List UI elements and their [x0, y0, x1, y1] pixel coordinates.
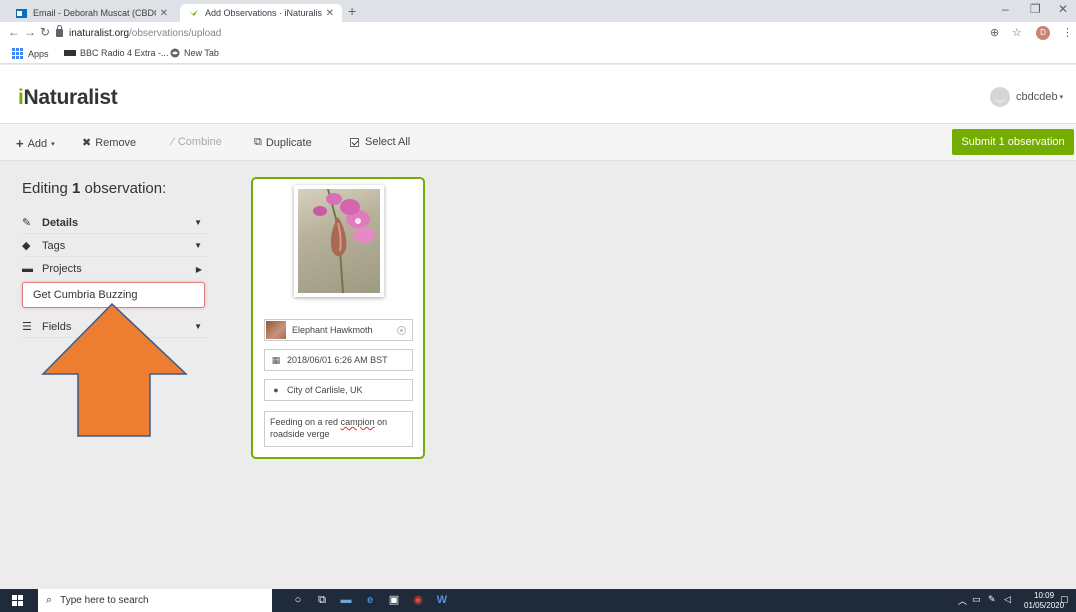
url-path: /observations/upload — [129, 27, 222, 39]
browser-toolbar: ← → ↻ inaturalist.org/observations/uploa… — [0, 22, 1076, 44]
caret-down-icon: ▾ — [51, 140, 55, 148]
volume-icon[interactable]: ◁ — [1004, 594, 1011, 605]
upload-action-bar: + Add ▾ ✖ Remove ⁄ Combine ⧉ Duplicate S… — [0, 123, 1076, 161]
user-menu[interactable]: cbdcdeb ▾ — [990, 87, 1063, 107]
submit-observation-button[interactable]: Submit 1 observation — [952, 129, 1074, 155]
windows-taskbar: ⌕ Type here to search ○ ⧉ ▬ e ▣ ◉ W ︿ ▭ … — [0, 589, 1076, 612]
tray-chevron-icon[interactable]: ︿ — [958, 594, 967, 607]
url-host: inaturalist.org — [69, 27, 130, 39]
word-icon[interactable]: W — [434, 593, 450, 608]
menu-kebab-icon[interactable]: ⋮ — [1062, 26, 1073, 39]
date-value: 2018/06/01 6:26 AM BST — [287, 355, 388, 365]
reload-icon[interactable]: ↻ — [40, 25, 50, 39]
lock-icon — [56, 25, 63, 37]
tab-title: Add Observations · iNaturalist — [205, 8, 322, 18]
caret-right-icon: ▶ — [195, 264, 202, 274]
location-field[interactable]: ● City of Carlisle, UK — [264, 379, 413, 401]
notes-textarea[interactable]: Feeding on a red campion on roadside ver… — [264, 411, 413, 447]
caret-down-icon: ▼ — [194, 322, 202, 331]
taxon-field[interactable]: Elephant Hawkmoth — [264, 319, 413, 341]
outlook-icon — [16, 8, 27, 18]
section-projects[interactable]: ▬ Projects ▶ — [22, 258, 208, 280]
magic-wand-icon: ⁄ — [172, 136, 174, 148]
clear-taxon-icon[interactable] — [397, 325, 406, 335]
location-value: City of Carlisle, UK — [287, 385, 363, 395]
bookmark-apps[interactable]: Apps — [12, 48, 49, 59]
forward-arrow-icon[interactable]: → — [24, 25, 36, 39]
map-marker-icon: ● — [273, 385, 279, 395]
section-tags[interactable]: ◆ Tags ▼ — [22, 235, 208, 257]
search-icon: ⌕ — [46, 594, 53, 606]
bookmark-new-tab[interactable]: New Tab — [170, 48, 219, 58]
observation-photo[interactable] — [294, 185, 384, 297]
bbc-icon — [64, 50, 76, 56]
bookmark-star-icon[interactable]: ☆ — [1012, 26, 1022, 39]
tab-close-icon[interactable]: ✕ — [160, 8, 168, 19]
task-view-icon[interactable]: ⧉ — [314, 593, 330, 608]
taxon-thumbnail — [266, 321, 286, 339]
taskbar-clock[interactable]: 10:09 01/05/2020 — [1024, 591, 1064, 611]
pen-icon[interactable]: ✎ — [988, 594, 996, 605]
pencil-icon: ✎ — [22, 217, 32, 229]
caret-down-icon: ▼ — [194, 218, 202, 227]
taskbar-search-input[interactable]: ⌕ Type here to search — [38, 589, 272, 612]
observation-card[interactable]: Elephant Hawkmoth ▦ 2018/06/01 6:26 AM B… — [251, 177, 425, 459]
bookmark-label: BBC Radio 4 Extra -... — [80, 48, 169, 58]
tab-title: Email - Deborah Muscat (CBDC) — [33, 8, 156, 18]
tab-email[interactable]: Email - Deborah Muscat (CBDC) ✕ — [8, 4, 176, 22]
section-details[interactable]: ✎ Details ▼ — [22, 212, 208, 234]
inaturalist-bird-icon — [189, 9, 198, 16]
new-tab-icon[interactable]: + — [348, 3, 356, 19]
checkbox-checked — [350, 137, 359, 147]
bookmark-label: Apps — [28, 48, 49, 59]
cortana-icon[interactable]: ○ — [290, 593, 306, 608]
tab-add-observations[interactable]: Add Observations · iNaturalist ✕ — [180, 4, 342, 22]
tab-close-icon[interactable]: ✕ — [326, 8, 334, 19]
x-icon: ✖ — [82, 137, 92, 149]
duplicate-icon: ⧉ — [254, 136, 262, 148]
bookmark-bbc-radio[interactable]: BBC Radio 4 Extra -... — [64, 48, 169, 58]
edge-icon[interactable]: e — [362, 593, 378, 608]
minimize-icon[interactable]: – — [1002, 2, 1009, 16]
address-bar[interactable]: inaturalist.org/observations/upload — [56, 24, 996, 42]
date-field[interactable]: ▦ 2018/06/01 6:26 AM BST — [264, 349, 413, 371]
inaturalist-logo[interactable]: iNaturalist — [18, 86, 118, 110]
chrome-icon[interactable]: ◉ — [410, 593, 426, 608]
bookmark-label: New Tab — [184, 48, 219, 58]
duplicate-button[interactable]: ⧉ Duplicate — [254, 136, 312, 149]
site-header: iNaturalist cbdcdeb ▾ — [0, 65, 1076, 123]
taxon-name: Elephant Hawkmoth — [292, 325, 373, 335]
profile-avatar[interactable]: D — [1036, 26, 1050, 40]
windows-start-icon[interactable] — [12, 595, 23, 606]
calendar-icon: ▦ — [271, 354, 281, 365]
hawkmoth-photo-image — [313, 189, 375, 293]
select-all-checkbox[interactable]: Select All — [350, 136, 410, 148]
tag-icon: ◆ — [22, 240, 31, 252]
back-arrow-icon[interactable]: ← — [8, 25, 20, 39]
username: cbdcdeb — [1016, 91, 1058, 103]
file-explorer-icon[interactable]: ▬ — [338, 593, 354, 608]
editing-title: Editing 1 observation: — [22, 180, 167, 197]
globe-icon — [170, 48, 180, 58]
user-avatar-icon — [990, 87, 1010, 107]
plus-icon: + — [16, 136, 24, 151]
caret-down-icon: ▾ — [1059, 94, 1064, 101]
bookmarks-bar: Apps BBC Radio 4 Extra -... New Tab — [0, 44, 1076, 64]
zoom-icon[interactable]: ⊕ — [990, 26, 999, 39]
browser-tab-strip: Email - Deborah Muscat (CBDC) ✕ Add Obse… — [0, 0, 1076, 22]
apps-grid-icon — [12, 48, 23, 59]
caret-down-icon: ▼ — [194, 241, 202, 250]
combine-button[interactable]: ⁄ Combine — [172, 136, 222, 148]
briefcase-icon: ▬ — [22, 263, 33, 275]
window-close-icon[interactable]: ✕ — [1058, 2, 1068, 16]
remove-button[interactable]: ✖ Remove — [82, 136, 136, 150]
store-icon[interactable]: ▣ — [386, 593, 402, 608]
add-button[interactable]: + Add ▾ — [16, 136, 55, 151]
list-icon: ☰ — [22, 321, 32, 333]
notifications-icon[interactable]: ▢ — [1060, 594, 1069, 605]
network-icon[interactable]: ▭ — [972, 594, 981, 605]
maximize-icon[interactable]: ❐ — [1030, 2, 1041, 16]
annotation-arrow — [41, 302, 188, 437]
